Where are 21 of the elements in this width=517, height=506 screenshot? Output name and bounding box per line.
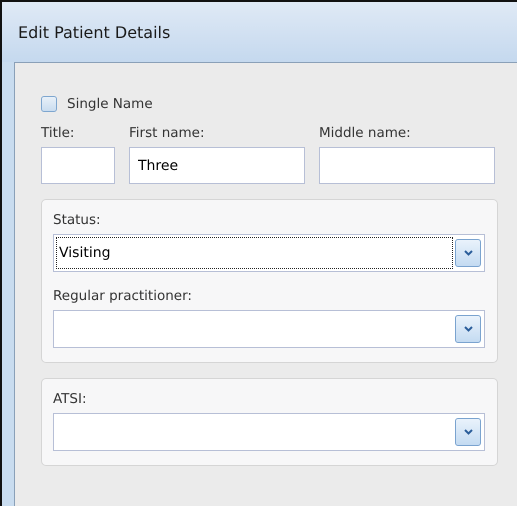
chevron-down-icon (464, 326, 472, 332)
field-label: ATSI: (53, 391, 88, 407)
dropdown-field[interactable] (53, 413, 485, 451)
text-field[interactable]: Three (129, 147, 305, 184)
text-field[interactable] (41, 147, 115, 184)
dropdown-button[interactable] (455, 315, 481, 343)
window-title: Edit Patient Details (18, 22, 170, 42)
field-label: Regular practitioner: (53, 288, 193, 304)
checkbox[interactable] (41, 96, 57, 112)
field-label: First name: (129, 125, 206, 141)
field-label: Title: (41, 125, 76, 141)
chevron-down-icon (464, 429, 472, 435)
checkbox-label: Single Name (67, 96, 153, 112)
dropdown-button[interactable] (455, 418, 481, 446)
chevron-down-icon (464, 250, 472, 256)
dropdown-button[interactable] (455, 239, 481, 267)
dropdown-field[interactable] (53, 310, 485, 348)
field-label: Middle name: (319, 125, 412, 141)
dropdown-field[interactable]: Visiting (53, 234, 485, 272)
text-field[interactable] (319, 147, 495, 184)
field-label: Status: (53, 212, 102, 228)
